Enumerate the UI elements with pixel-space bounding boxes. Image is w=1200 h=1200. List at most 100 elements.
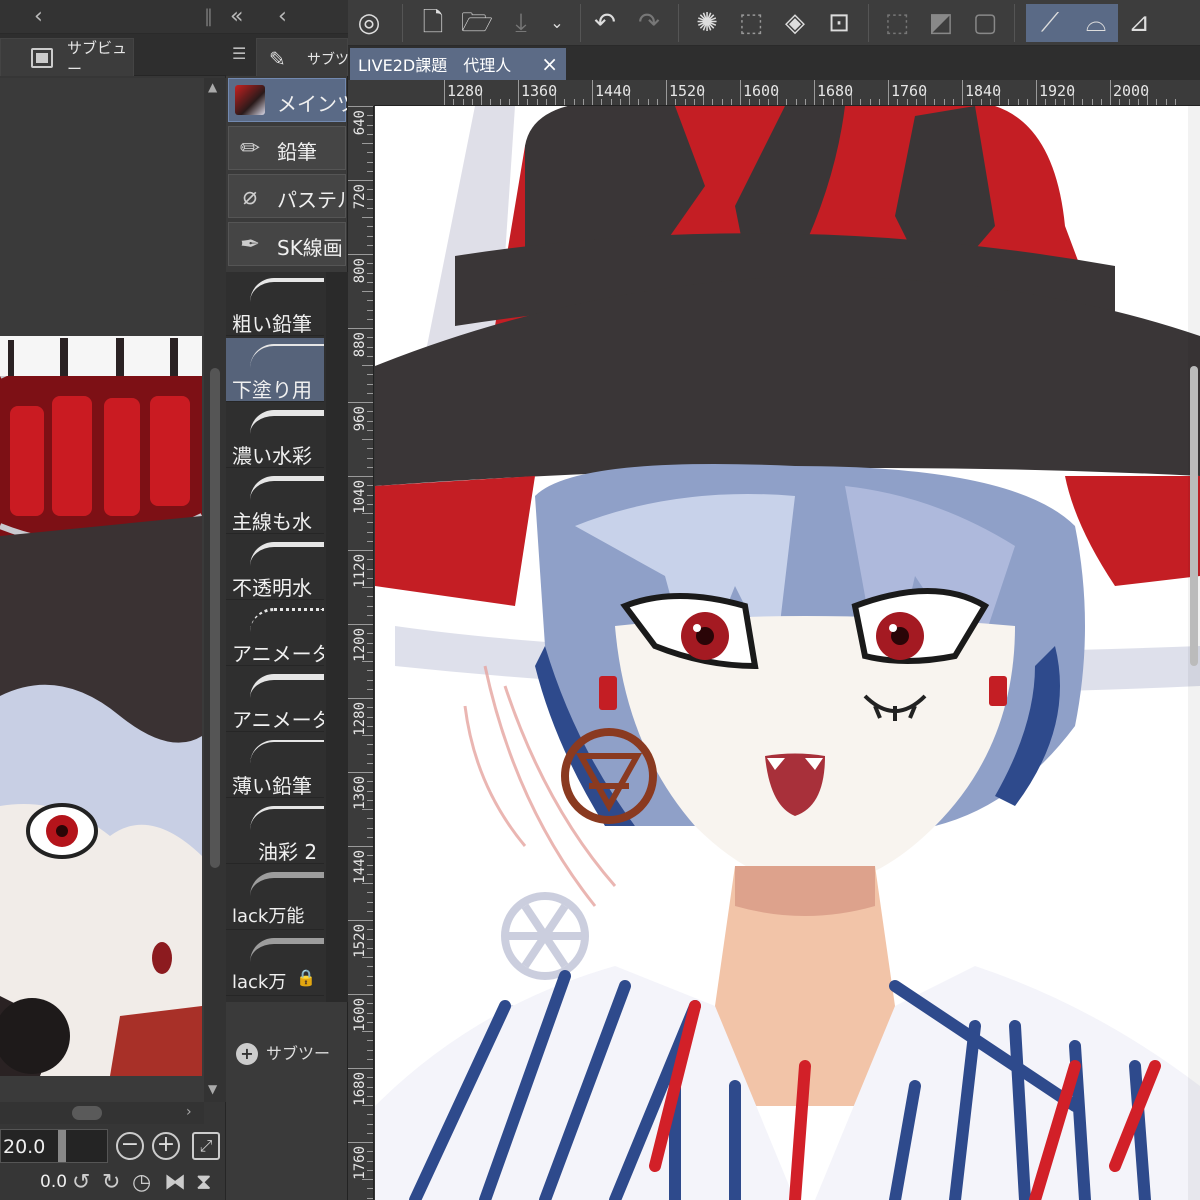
selection-border-icon[interactable]: ▢: [966, 4, 1004, 42]
brush-item[interactable]: 濃い水彩: [226, 404, 324, 468]
fill-icon[interactable]: ◈: [776, 4, 814, 42]
tool-pencil[interactable]: ✏ 鉛筆: [228, 126, 346, 170]
ruler-minor-tick: [367, 947, 373, 949]
sub-view-horizontal-scrollbar[interactable]: ›: [0, 1102, 204, 1124]
ruler-label: 1600: [352, 998, 368, 1032]
flip-vertical-icon[interactable]: ⧗: [196, 1170, 211, 1195]
brush-item[interactable]: lack万 🔒: [226, 932, 324, 996]
sub-view-panel: ‹ ‖ サブビュー ▲ ▼ › 20.0 − + ⤢ 0.0 ↺ ↻ ◷ ⧓ ⧗: [0, 0, 226, 1200]
snap-to-ruler-icon[interactable]: ⟋: [1026, 4, 1074, 42]
document-tab[interactable]: LIVE2D課題 代理人 ×: [350, 48, 566, 80]
tab-sub-view[interactable]: サブビュー: [0, 38, 134, 78]
rotation-field[interactable]: 0.0: [40, 1172, 67, 1192]
clip-studio-logo-icon[interactable]: ◎: [350, 4, 388, 42]
zoom-field[interactable]: 20.0: [0, 1129, 108, 1163]
open-folder-icon[interactable]: 🗁: [458, 4, 496, 42]
new-file-icon[interactable]: 🗋: [414, 4, 452, 42]
undo-icon[interactable]: ↶: [586, 4, 624, 42]
brush-item[interactable]: 粗い鉛筆: [226, 272, 324, 336]
close-icon[interactable]: ×: [541, 52, 558, 76]
zoom-out-icon[interactable]: −: [116, 1132, 144, 1160]
scroll-thumb[interactable]: [210, 368, 220, 868]
brush-stroke-preview: [250, 872, 324, 896]
brush-item[interactable]: 下塗り用: [226, 338, 324, 402]
save-icon[interactable]: ⤓: [502, 4, 540, 42]
scroll-right-icon[interactable]: ›: [186, 1104, 192, 1120]
ruler-minor-tick: [367, 522, 373, 524]
ruler-minor-tick: [915, 99, 917, 105]
ruler-minor-tick: [367, 818, 373, 820]
ruler-minor-tick: [367, 559, 373, 561]
tool-pastel[interactable]: ⌀ パステル: [228, 174, 347, 218]
scroll-up-icon[interactable]: ▲: [208, 80, 217, 94]
ruler-minor-tick: [367, 679, 373, 681]
brush-item[interactable]: 薄い鉛筆: [226, 734, 324, 798]
brush-list-scrollbar[interactable]: [326, 272, 348, 1002]
scroll-down-icon[interactable]: ▼: [208, 1082, 217, 1096]
transform-icon[interactable]: ⊡: [820, 4, 858, 42]
ruler-minor-tick: [952, 99, 954, 105]
ruler-tick: [348, 328, 373, 329]
scroll-thumb[interactable]: [1190, 366, 1198, 666]
ruler-minor-tick: [943, 99, 945, 105]
ruler-minor-tick: [367, 762, 373, 764]
collapse-double-chevron-icon[interactable]: «: [230, 4, 243, 29]
sub-view-canvas[interactable]: [0, 78, 204, 1102]
tab-sub-tool-label: サブツ: [307, 52, 349, 68]
ruler-minor-tick: [367, 411, 373, 413]
chevron-left-icon[interactable]: ‹: [34, 4, 43, 29]
chevron-down-icon[interactable]: ⌄: [538, 4, 576, 42]
ruler-minor-tick: [362, 291, 373, 292]
ruler-label: 720: [352, 184, 368, 210]
deselect-icon[interactable]: ⬚: [878, 4, 916, 42]
ruler-minor-tick: [795, 99, 797, 105]
canvas-vertical-scrollbar[interactable]: [1188, 106, 1200, 1200]
scroll-thumb[interactable]: [72, 1106, 102, 1120]
rotate-right-icon[interactable]: ↻: [102, 1170, 120, 1195]
ruler-minor-tick: [367, 235, 373, 237]
tab-sub-tool[interactable]: ✎ サブツ: [256, 38, 349, 76]
brush-item[interactable]: 油彩 2: [226, 800, 324, 864]
tool-main-tool[interactable]: メインツー: [228, 78, 347, 122]
snap-to-special-ruler-icon[interactable]: ⌓: [1074, 4, 1118, 42]
ruler-minor-tick: [897, 99, 899, 105]
reset-rotation-icon[interactable]: ◷: [132, 1170, 151, 1195]
brush-item[interactable]: アニメータ: [226, 602, 324, 666]
sub-view-vertical-scrollbar[interactable]: ▲ ▼: [204, 78, 226, 1102]
menu-icon[interactable]: ☰: [232, 44, 246, 63]
ruler-label: 1520: [669, 82, 706, 100]
invert-selection-icon[interactable]: ◩: [922, 4, 960, 42]
ruler-label: 1440: [352, 850, 368, 884]
rotate-left-icon[interactable]: ↺: [72, 1170, 90, 1195]
ruler-minor-tick: [367, 864, 373, 866]
redo-icon[interactable]: ↷: [630, 4, 668, 42]
snap-to-grid-icon[interactable]: ⊿: [1120, 4, 1158, 42]
tool-sk-lineart[interactable]: ✒ SK線画: [228, 222, 346, 266]
ruler-minor-tick: [367, 670, 373, 672]
ruler-minor-tick: [367, 1151, 373, 1153]
brush-item[interactable]: lack万能: [226, 866, 324, 930]
flip-horizontal-icon[interactable]: ⧓: [164, 1170, 186, 1195]
reference-artwork: [0, 336, 202, 1076]
drawing-canvas[interactable]: [375, 106, 1200, 1200]
ruler-minor-tick: [367, 281, 373, 283]
ruler-label: 1760: [891, 82, 928, 100]
grip-icon[interactable]: ‖: [204, 6, 213, 27]
fit-to-window-icon[interactable]: ⤢: [192, 1132, 220, 1160]
clear-icon[interactable]: ✺: [688, 4, 726, 42]
ruler-tick: [348, 476, 373, 477]
brush-item[interactable]: 主線も水: [226, 470, 324, 534]
ruler-label: 1600: [743, 82, 780, 100]
ruler-minor-tick: [730, 99, 732, 105]
zoom-in-icon[interactable]: +: [152, 1132, 180, 1160]
brush-list: 粗い鉛筆 下塗り用 濃い水彩 主線も水 不透明水 アニメータ アニメータ 薄い鉛…: [226, 272, 326, 1002]
brush-item[interactable]: 不透明水: [226, 536, 324, 600]
chevron-left-icon[interactable]: ‹: [278, 4, 287, 29]
zoom-slider-handle[interactable]: [58, 1130, 66, 1162]
ruler-minor-tick: [647, 99, 649, 105]
main-area: ◎ 🗋 🗁 ⤓ ⌄ ↶ ↷ ✺ ⬚ ◈ ⊡ ⬚ ◩ ▢ ⟋ ⌓ ⊿ LIVE2D…: [348, 0, 1200, 1200]
brush-item[interactable]: アニメータ: [226, 668, 324, 732]
clear-outside-selection-icon[interactable]: ⬚: [732, 4, 770, 42]
ruler-tick: [740, 80, 741, 105]
add-sub-tool-button[interactable]: + サブツー: [236, 1040, 330, 1065]
